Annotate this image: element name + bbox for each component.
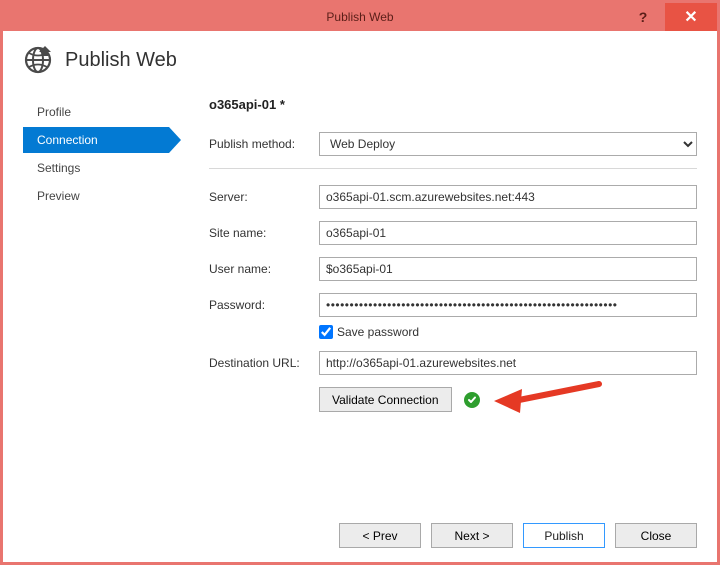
- connection-panel: o365api-01 * Publish method: Web Deploy …: [169, 93, 697, 483]
- publish-web-dialog: Publish Web ? ✕ Publish Web Profile Conn…: [0, 0, 720, 565]
- window-controls: ? ✕: [621, 3, 717, 31]
- close-button[interactable]: Close: [615, 523, 697, 548]
- validate-connection-button[interactable]: Validate Connection: [319, 387, 452, 412]
- site-name-label: Site name:: [209, 226, 319, 240]
- save-password-label: Save password: [337, 325, 419, 339]
- titlebar: Publish Web ? ✕: [3, 3, 717, 31]
- page-title: Publish Web: [65, 49, 177, 72]
- server-label: Server:: [209, 190, 319, 204]
- window-title: Publish Web: [3, 10, 717, 24]
- site-name-input[interactable]: [319, 221, 697, 245]
- divider: [209, 168, 697, 169]
- next-button[interactable]: Next >: [431, 523, 513, 548]
- dialog-footer: < Prev Next > Publish Close: [339, 523, 697, 548]
- destination-url-input[interactable]: [319, 351, 697, 375]
- sidebar-item-profile[interactable]: Profile: [23, 99, 169, 125]
- annotation-arrow-icon: [494, 379, 604, 422]
- user-name-input[interactable]: [319, 257, 697, 281]
- password-input[interactable]: [319, 293, 697, 317]
- publish-method-select[interactable]: Web Deploy: [319, 132, 697, 156]
- help-button[interactable]: ?: [621, 3, 665, 31]
- prev-button[interactable]: < Prev: [339, 523, 421, 548]
- globe-icon: [23, 45, 53, 75]
- wizard-sidebar: Profile Connection Settings Preview: [23, 93, 169, 483]
- save-password-checkbox[interactable]: [319, 325, 333, 339]
- profile-name: o365api-01 *: [209, 97, 697, 112]
- user-name-label: User name:: [209, 262, 319, 276]
- server-input[interactable]: [319, 185, 697, 209]
- publish-method-label: Publish method:: [209, 137, 319, 151]
- password-label: Password:: [209, 298, 319, 312]
- sidebar-item-settings[interactable]: Settings: [23, 155, 169, 181]
- dialog-header: Publish Web: [3, 31, 717, 83]
- sidebar-item-connection[interactable]: Connection: [23, 127, 169, 153]
- destination-url-label: Destination URL:: [209, 356, 319, 370]
- publish-button[interactable]: Publish: [523, 523, 605, 548]
- sidebar-item-preview[interactable]: Preview: [23, 183, 169, 209]
- validation-success-icon: [464, 392, 480, 408]
- close-window-button[interactable]: ✕: [665, 3, 717, 31]
